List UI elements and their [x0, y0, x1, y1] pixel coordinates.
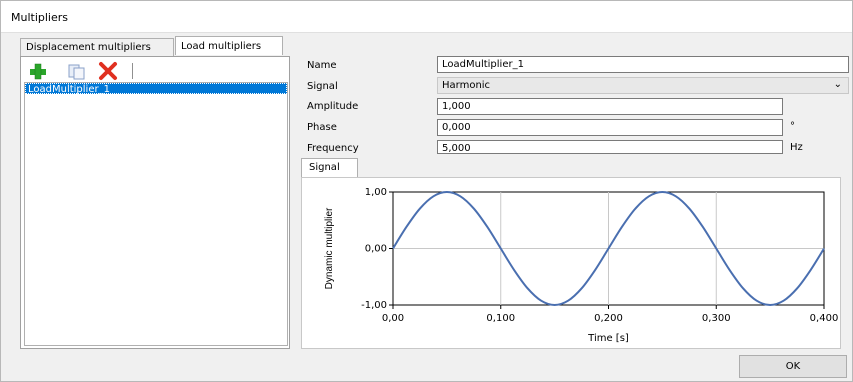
multiplier-list[interactable]: LoadMultiplier_1	[24, 82, 288, 346]
frequency-label: Frequency	[307, 143, 359, 154]
x-tick-label: 0,00	[382, 313, 404, 324]
y-tick-label: 1,00	[365, 187, 387, 198]
multipliers-window: Multipliers Displacement multipliers Loa…	[0, 0, 853, 382]
signal-chart-panel: 0,00 0,100 0,200 0,300 0,400 1,00 0,00 -1,00 Tim…	[301, 177, 841, 349]
delete-multiplier-button[interactable]	[97, 61, 119, 81]
ok-button[interactable]: OK	[739, 355, 847, 378]
x-axis-label: Time [s]	[587, 333, 629, 344]
x-tick-label: 0,300	[702, 313, 731, 324]
chevron-down-icon: ⌄	[833, 79, 842, 90]
phase-unit: °	[790, 121, 795, 132]
tab-load-multipliers[interactable]: Load multipliers	[175, 36, 283, 55]
name-field[interactable]: LoadMultiplier_1	[437, 56, 849, 73]
dialog-button-bar	[1, 351, 852, 381]
signal-select-value: Harmonic	[442, 80, 491, 91]
add-multiplier-button[interactable]	[27, 61, 49, 81]
multiplier-toolbar	[25, 61, 287, 81]
frequency-unit: Hz	[790, 142, 803, 153]
x-tick-label: 0,100	[486, 313, 515, 324]
load-multipliers-panel: LoadMultiplier_1	[20, 56, 290, 349]
amplitude-label: Amplitude	[307, 101, 359, 112]
copy-icon	[68, 64, 85, 80]
frequency-field[interactable]: 5,000	[437, 140, 783, 154]
y-tick-label: -1,00	[361, 300, 387, 311]
signal-select[interactable]: Harmonic ⌄	[437, 77, 849, 94]
toolbar-separator	[132, 63, 133, 79]
signal-chart: 0,00 0,100 0,200 0,300 0,400 1,00 0,00 -1,00 Tim…	[324, 187, 839, 344]
tab-signal[interactable]: Signal	[301, 158, 358, 177]
tab-displacement-multipliers[interactable]: Displacement multipliers	[20, 38, 174, 56]
window-title: Multipliers	[11, 11, 69, 24]
phase-label: Phase	[307, 122, 337, 133]
delete-icon	[99, 62, 117, 80]
x-tick-label: 0,400	[810, 313, 839, 324]
list-item[interactable]: LoadMultiplier_1	[25, 83, 287, 95]
y-tick-label: 0,00	[365, 244, 387, 255]
phase-field[interactable]: 0,000	[437, 119, 783, 136]
title-bar: Multipliers	[1, 1, 852, 33]
y-axis-label: Dynamic multiplier	[324, 207, 335, 289]
name-label: Name	[307, 60, 337, 71]
amplitude-field[interactable]: 1,000	[437, 98, 783, 115]
add-icon	[30, 63, 46, 80]
signal-label: Signal	[307, 81, 338, 92]
x-tick-label: 0,200	[594, 313, 623, 324]
copy-multiplier-button[interactable]	[65, 61, 87, 81]
